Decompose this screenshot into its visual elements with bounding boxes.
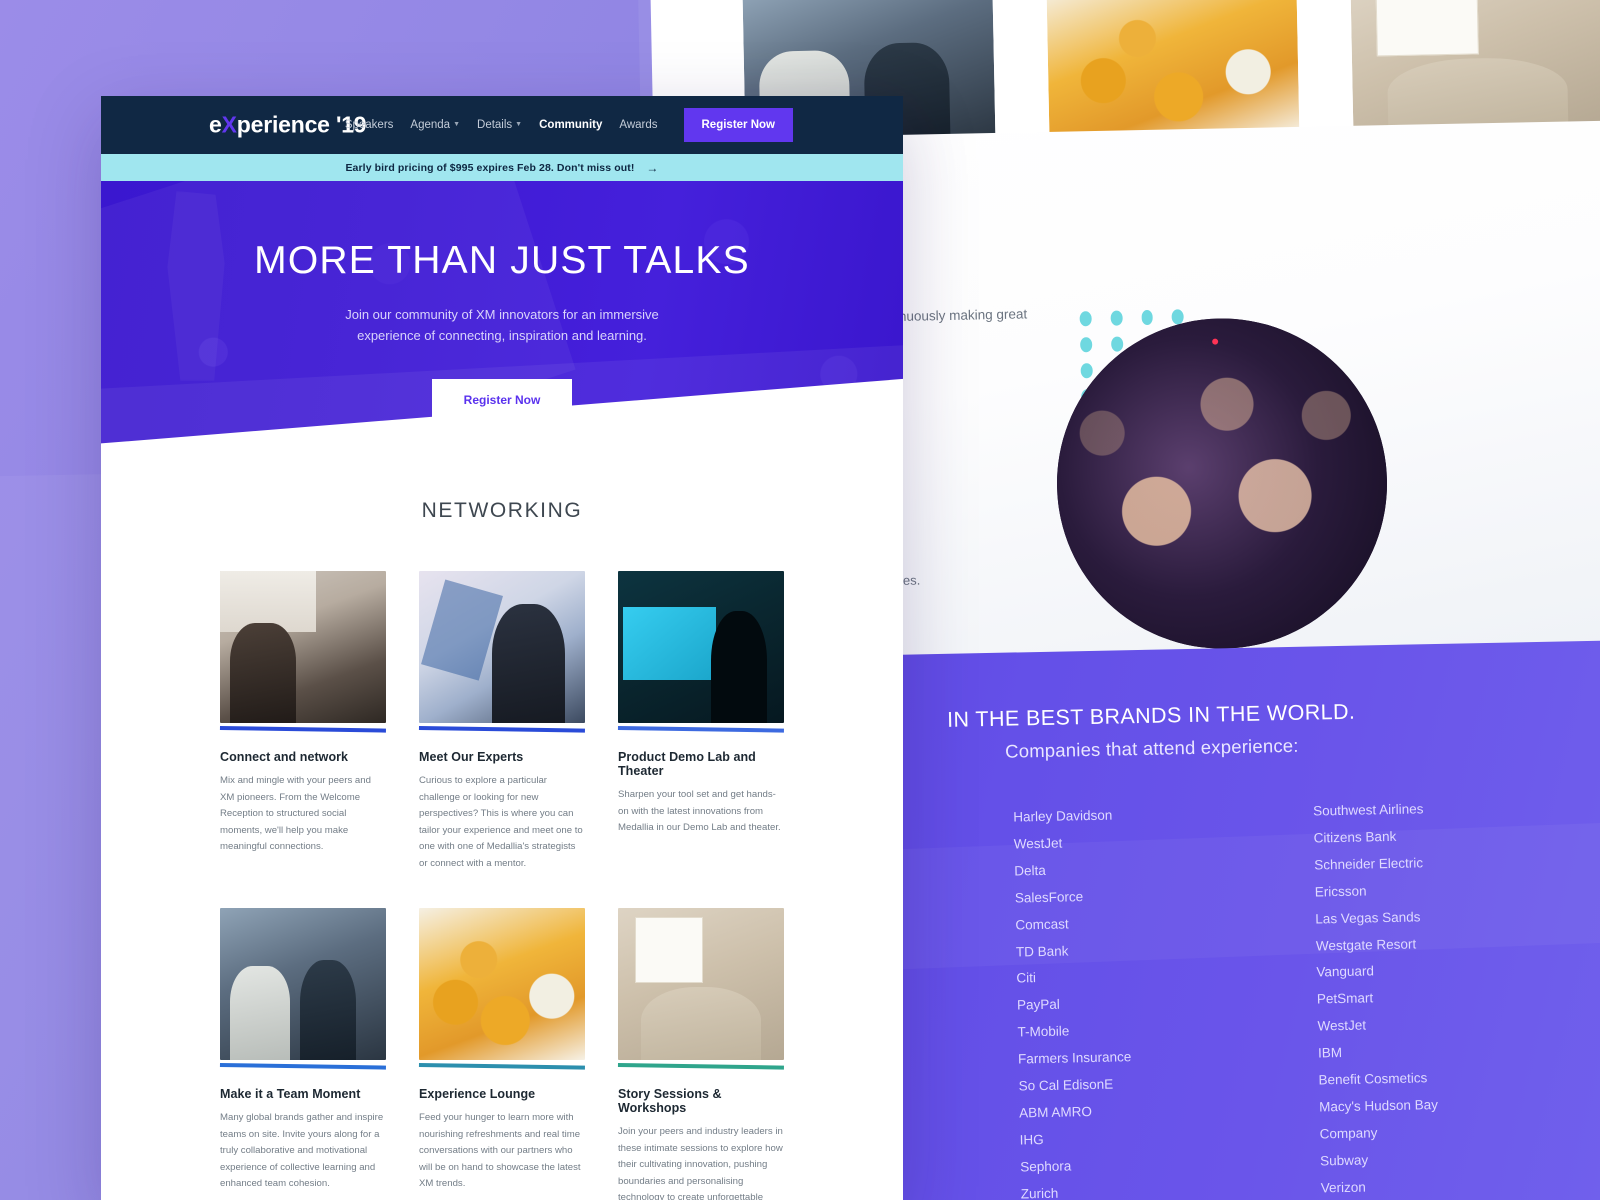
brand-name: Macy's Hudson Bay bbox=[1318, 1097, 1439, 1115]
brand-name: TD Bank bbox=[1015, 942, 1069, 960]
networking-card[interactable]: Story Sessions & Workshops Join your pee… bbox=[617, 908, 784, 1200]
brand-name: WestJet bbox=[1317, 1017, 1367, 1034]
hero-subtitle: Join our community of XM innovators for … bbox=[101, 304, 903, 346]
nav-item-speakers[interactable]: Speakers bbox=[345, 119, 394, 131]
brand-name: Las Vegas Sands bbox=[1315, 909, 1421, 927]
card-body: Join your peers and industry leaders in … bbox=[618, 1126, 783, 1200]
networking-card[interactable]: Make it a Team Moment Many global brands… bbox=[219, 908, 386, 1200]
make-it-a-team-moment-photo bbox=[220, 908, 386, 1060]
meet-our-experts-photo bbox=[419, 571, 585, 723]
card-title: Connect and network bbox=[220, 750, 349, 764]
brand-name: Comcast bbox=[1015, 916, 1069, 933]
brand-name: Delta bbox=[1014, 862, 1046, 879]
brands-column-2: Harley Davidson WestJet Delta SalesForce Com… bbox=[1013, 802, 1323, 1200]
site-header: eXperience '19 Speakers Agenda ▼ Details ▼… bbox=[101, 96, 903, 154]
register-now-header-button[interactable]: Register Now bbox=[683, 108, 793, 142]
card-body: Mix and mingle with your peers and XM pi… bbox=[220, 775, 371, 852]
brand-name: Farmers Insurance bbox=[1017, 1049, 1132, 1067]
brand-name: ABM AMRO bbox=[1019, 1103, 1093, 1121]
nav-item-awards[interactable]: Awards bbox=[619, 119, 657, 131]
card-rule bbox=[418, 1063, 585, 1070]
experience-lounge-photo bbox=[419, 908, 585, 1060]
brand-name: WestJet bbox=[1013, 835, 1063, 852]
hero-section: MORE THAN JUST TALKS Join our community … bbox=[101, 181, 903, 457]
brand-name: Southwest Airlines bbox=[1313, 801, 1424, 819]
card-body: Many global brands gather and inspire te… bbox=[220, 1112, 384, 1189]
nav-label: Details bbox=[477, 119, 513, 131]
brand-name: Company bbox=[1319, 1125, 1378, 1142]
story-sessions-workshops-photo bbox=[618, 908, 784, 1060]
page-title: NETWORKING bbox=[421, 499, 583, 522]
brand-name: Verizon bbox=[1320, 1179, 1366, 1196]
brand-name: Westgate Resort bbox=[1315, 936, 1417, 954]
card-rule bbox=[418, 726, 585, 733]
announcement-text: Early bird pricing of $995 expires Feb 2… bbox=[345, 161, 635, 174]
brand-name: IBM bbox=[1317, 1045, 1343, 1061]
nav-item-community[interactable]: Community bbox=[539, 119, 602, 131]
brand-name: Sephora bbox=[1020, 1158, 1072, 1175]
card-title: Product Demo Lab and Theater bbox=[618, 750, 756, 778]
brand-name: Citi bbox=[1016, 970, 1037, 986]
brand-name: Citizens Bank bbox=[1313, 828, 1397, 846]
front-page-layer: eXperience '19 Speakers Agenda ▼ Details ▼… bbox=[101, 96, 903, 1200]
nav-item-details[interactable]: Details ▼ bbox=[477, 119, 522, 131]
announcement-banner[interactable]: Early bird pricing of $995 expires Feb 2… bbox=[101, 154, 903, 181]
hero-title: MORE THAN JUST TALKS bbox=[254, 239, 750, 282]
card-rule bbox=[617, 726, 784, 733]
product-demo-lab-photo bbox=[618, 571, 784, 723]
hero-content: MORE THAN JUST TALKS Join our community … bbox=[101, 181, 903, 422]
card-title: Story Sessions & Workshops bbox=[618, 1087, 722, 1115]
story-sessions-workshops-photo bbox=[1350, 0, 1600, 132]
card-body: Feed your hunger to learn more with nour… bbox=[419, 1112, 581, 1189]
brand-name: So Cal EdisonE bbox=[1018, 1076, 1114, 1094]
brand-name: PetSmart bbox=[1316, 990, 1374, 1007]
brand-name: Benefit Cosmetics bbox=[1318, 1070, 1428, 1088]
brand-name: IHG bbox=[1019, 1131, 1044, 1148]
networking-card-row: Connect and network Mix and mingle with … bbox=[219, 571, 784, 872]
card-rule bbox=[219, 1063, 386, 1070]
brand-name: Schneider Electric bbox=[1314, 855, 1424, 873]
networking-card[interactable]: Product Demo Lab and Theater Sharpen you… bbox=[617, 571, 784, 872]
chevron-down-icon: ▼ bbox=[515, 121, 523, 129]
brand-name: Harley Davidson bbox=[1013, 807, 1113, 825]
card-rule bbox=[219, 726, 386, 733]
brand-name: PayPal bbox=[1016, 996, 1060, 1013]
networking-card[interactable]: Meet Our Experts Curious to explore a pa… bbox=[418, 571, 585, 872]
networking-card-row: Make it a Team Moment Many global brands… bbox=[219, 908, 784, 1200]
card-body: Curious to explore a particular challeng… bbox=[419, 775, 583, 869]
audience-crowd-photo bbox=[1053, 315, 1391, 652]
networking-card[interactable]: Connect and network Mix and mingle with … bbox=[219, 571, 386, 872]
brand-name: SalesForce bbox=[1014, 888, 1084, 906]
brand-name: Ericsson bbox=[1314, 883, 1367, 900]
register-now-hero-button[interactable]: Register Now bbox=[431, 379, 573, 422]
card-rule bbox=[617, 1063, 784, 1070]
experience-lounge-photo bbox=[1046, 0, 1300, 138]
brand-name: Vanguard bbox=[1316, 963, 1375, 980]
brand-name: T-Mobile bbox=[1017, 1023, 1070, 1040]
nav-label: Agenda bbox=[410, 119, 451, 131]
brand-name: Subway bbox=[1320, 1152, 1369, 1169]
hero-subtitle-line2: experience of connecting, inspiration an… bbox=[357, 328, 647, 344]
card-title: Make it a Team Moment bbox=[220, 1087, 361, 1101]
chevron-down-icon: ▼ bbox=[453, 121, 461, 129]
brand-name: Zurich bbox=[1020, 1185, 1059, 1200]
brands-column-3: Southwest Airlines Citizens Bank Schneider… bbox=[1313, 796, 1600, 1200]
networking-section: NETWORKING Connect and network Mix and m… bbox=[101, 457, 903, 1200]
experience-logo[interactable]: eXperience '19 bbox=[209, 111, 367, 139]
nav-item-agenda[interactable]: Agenda ▼ bbox=[410, 119, 460, 131]
logo-x-glyph: X bbox=[221, 111, 237, 138]
card-title: Meet Our Experts bbox=[419, 750, 524, 764]
networking-card[interactable]: Experience Lounge Feed your hunger to le… bbox=[418, 908, 585, 1200]
hero-subtitle-line1: Join our community of XM innovators for … bbox=[345, 307, 659, 322]
card-body: Sharpen your tool set and get hands-on w… bbox=[618, 789, 781, 833]
main-navigation: Speakers Agenda ▼ Details ▼ Community Awar… bbox=[345, 108, 793, 142]
logo-pre: e bbox=[209, 111, 222, 138]
connect-and-network-photo bbox=[220, 571, 386, 723]
arrow-right-icon: → bbox=[646, 160, 659, 175]
card-title: Experience Lounge bbox=[419, 1087, 536, 1101]
mockup-canvas: Make it a Team Moment Many global brands… bbox=[0, 0, 1600, 1200]
